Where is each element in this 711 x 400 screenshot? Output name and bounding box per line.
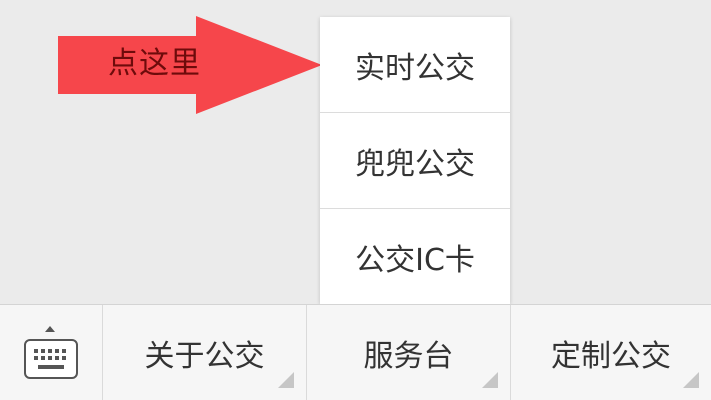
menu-item-realtime-bus[interactable]: 实时公交 bbox=[320, 17, 510, 112]
tab-custom-bus[interactable]: 定制公交 bbox=[511, 305, 711, 400]
bottom-menu-bar: 关于公交 服务台 定制公交 bbox=[0, 304, 711, 400]
submenu-corner-icon bbox=[683, 372, 699, 388]
tab-label: 服务台 bbox=[363, 338, 454, 374]
tab-label: 关于公交 bbox=[144, 338, 265, 374]
submenu-popup: 实时公交 兜兜公交 公交IC卡 bbox=[320, 17, 510, 304]
menu-item-bus-ic-card[interactable]: 公交IC卡 bbox=[320, 209, 510, 304]
tab-about-bus[interactable]: 关于公交 bbox=[103, 305, 306, 400]
submenu-corner-icon bbox=[482, 372, 498, 388]
keyboard-toggle-button[interactable] bbox=[0, 305, 102, 400]
annotation-label: 点这里 bbox=[108, 46, 201, 81]
menu-item-doudou-bus[interactable]: 兜兜公交 bbox=[320, 113, 510, 208]
tab-label: 定制公交 bbox=[551, 338, 671, 374]
tab-service-desk[interactable]: 服务台 bbox=[307, 305, 510, 400]
caret-up-icon bbox=[45, 326, 55, 332]
submenu-corner-icon bbox=[278, 372, 294, 388]
keyboard-icon bbox=[24, 339, 78, 383]
